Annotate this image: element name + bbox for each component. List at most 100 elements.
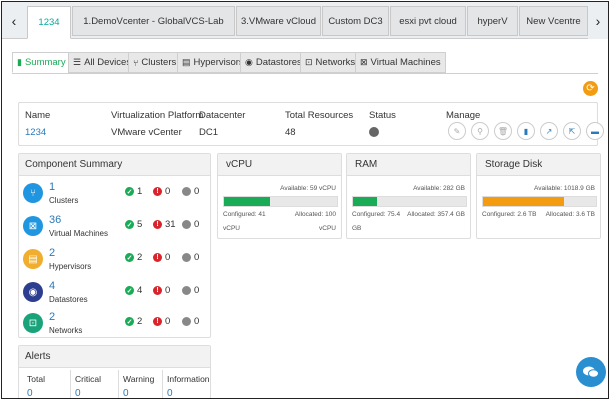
- subtab-hypervisors[interactable]: ▤ Hypervisors: [177, 52, 249, 73]
- alert-label-warning: Warning: [123, 374, 155, 384]
- component-name: Hypervisors: [49, 262, 92, 271]
- progress-bar: [352, 196, 467, 207]
- dot-icon: [182, 286, 191, 295]
- ok-badge: ✓ 2: [125, 252, 142, 263]
- subtab-label: Summary: [24, 57, 66, 68]
- subtab-clusters[interactable]: ⑂ Clusters: [128, 52, 182, 73]
- resources-value: 48: [285, 127, 296, 138]
- ok-count: 4: [137, 285, 143, 296]
- subtab-virtual-machines[interactable]: ⊠ Virtual Machines: [355, 52, 446, 73]
- list-item[interactable]: ◉ 4 Datastores ✓ 4 ! 0 0: [19, 279, 205, 313]
- chat-button[interactable]: [576, 357, 606, 387]
- book-icon[interactable]: ▮: [517, 122, 535, 140]
- storage-card: Storage Disk Available: 1018.9 GB Config…: [476, 153, 601, 239]
- network-count[interactable]: 2: [49, 311, 55, 323]
- tab-hyperv[interactable]: hyperV: [467, 6, 518, 36]
- ok-badge: ✓ 1: [125, 186, 142, 197]
- dot-icon: [182, 253, 191, 262]
- external-link-icon[interactable]: ⇱: [563, 122, 581, 140]
- alert-information-value[interactable]: 0: [167, 388, 173, 398]
- list-item[interactable]: ▤ 2 Hypervisors ✓ 2 ! 0 0: [19, 246, 205, 280]
- ok-count: 2: [137, 316, 143, 327]
- subtab-label: Networks: [315, 57, 356, 68]
- unknown-badge: 0: [182, 219, 199, 230]
- refresh-icon[interactable]: ⟳: [583, 81, 598, 96]
- component-name: Networks: [49, 326, 83, 335]
- edit-icon[interactable]: ✎: [448, 122, 466, 140]
- error-count: 31: [165, 219, 176, 230]
- card-icon[interactable]: ▬: [586, 122, 604, 140]
- datastore-count[interactable]: 4: [49, 280, 55, 292]
- unit-right: vCPU: [319, 225, 336, 232]
- app-frame: ‹ 1234 1.DemoVcenter - GlobalVCS-Lab 3.V…: [1, 1, 609, 399]
- cluster-count[interactable]: 1: [49, 181, 55, 193]
- alert-critical-value[interactable]: 0: [75, 388, 81, 398]
- tab-demovcenter[interactable]: 1.DemoVcenter - GlobalVCS-Lab: [72, 6, 235, 36]
- tab-vmware-vcloud[interactable]: 3.VMware vCloud: [236, 6, 321, 36]
- error-badge: ! 0: [153, 186, 170, 197]
- ok-badge: ✓ 2: [125, 316, 142, 327]
- progress-bar: [223, 196, 338, 207]
- alert-icon: !: [153, 317, 162, 326]
- unit-left: vCPU: [223, 225, 240, 232]
- header-platform: Virtualization Platform: [111, 110, 204, 121]
- card-title: vCPU: [218, 154, 341, 176]
- component-summary-title: Component Summary: [19, 154, 210, 176]
- unknown-count: 0: [194, 252, 200, 263]
- list-item[interactable]: ⊠ 36 Virtual Machines ✓ 5 ! 31 0: [19, 213, 205, 247]
- alert-warning-value[interactable]: 0: [123, 388, 129, 398]
- error-count: 0: [165, 252, 171, 263]
- subtab-all-devices[interactable]: ☰ All Devices: [68, 52, 137, 73]
- divider: [118, 370, 119, 398]
- check-icon: ✓: [125, 253, 134, 262]
- server-icon: ▤: [23, 249, 43, 269]
- database-icon: ◉: [245, 57, 253, 67]
- component-name: Datastores: [49, 295, 88, 304]
- progress-bar: [482, 196, 597, 207]
- tab-1234[interactable]: 1234: [27, 6, 71, 39]
- scroll-tabs-left-icon[interactable]: ‹: [2, 2, 26, 39]
- datacenter-value: DC1: [199, 127, 219, 138]
- hypervisor-count[interactable]: 2: [49, 247, 55, 259]
- dot-icon: [182, 317, 191, 326]
- trash-icon[interactable]: 🗑: [494, 122, 512, 140]
- dot-icon: [182, 220, 191, 229]
- server-icon: ▤: [182, 57, 191, 67]
- chat-icon: [583, 366, 599, 378]
- cluster-icon: ⑂: [23, 183, 43, 203]
- configured-text: Configured: 75.4: [352, 211, 401, 218]
- clipboard-icon: ▮: [17, 57, 22, 67]
- tab-esxi-pvt-cloud[interactable]: esxi pvt cloud: [390, 6, 466, 36]
- list-item[interactable]: ⊡ 2 Networks ✓ 2 ! 0 0: [19, 310, 205, 337]
- alert-icon: !: [153, 286, 162, 295]
- wrench-icon[interactable]: ⚲: [471, 122, 489, 140]
- available-text: Available: 282 GB: [413, 185, 465, 192]
- subtab-label: Datastores: [255, 57, 302, 68]
- error-count: 0: [165, 285, 171, 296]
- configured-text: Configured: 41: [223, 211, 266, 218]
- allocated-text: Allocated: 357.4 GB: [407, 211, 465, 218]
- error-count: 0: [165, 316, 171, 327]
- tab-new-vcentre[interactable]: New Vcentre: [519, 6, 588, 36]
- unknown-badge: 0: [182, 186, 199, 197]
- list-item[interactable]: ⑂ 1 Clusters ✓ 1 ! 0 0: [19, 180, 205, 214]
- alert-total-value[interactable]: 0: [27, 388, 33, 398]
- ok-badge: ✓ 5: [125, 219, 142, 230]
- database-icon: ◉: [23, 282, 43, 302]
- available-text: Available: 59 vCPU: [280, 185, 336, 192]
- scroll-tabs-right-icon[interactable]: ›: [588, 2, 608, 39]
- alerts-title: Alerts: [19, 346, 210, 368]
- unknown-count: 0: [194, 219, 200, 230]
- tab-custom-dc3[interactable]: Custom DC3: [322, 6, 389, 36]
- subtab-networks[interactable]: ⊡ Networks: [300, 52, 361, 73]
- progress-fill: [353, 197, 377, 206]
- chart-icon[interactable]: ↗: [540, 122, 558, 140]
- component-summary-panel: Component Summary ⑂ 1 Clusters ✓ 1 ! 0 0 ⊠…: [18, 153, 211, 338]
- subtab-summary[interactable]: ▮ Summary: [12, 52, 71, 73]
- vm-icon: ⊠: [360, 57, 368, 67]
- alerts-panel: Alerts Total Critical Warning Informatio…: [18, 345, 211, 398]
- vm-count[interactable]: 36: [49, 214, 61, 226]
- name-link[interactable]: 1234: [25, 127, 46, 138]
- ram-card: RAM Available: 282 GB Configured: 75.4 A…: [346, 153, 471, 239]
- subtab-datastores[interactable]: ◉ Datastores: [240, 52, 307, 73]
